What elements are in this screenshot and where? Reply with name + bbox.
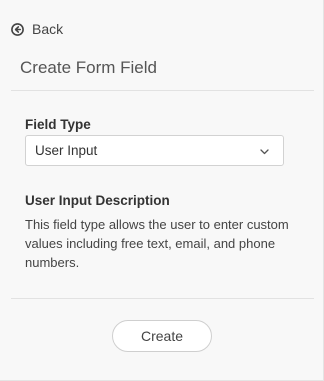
- create-form-field-panel: Back Create Form Field Field Type User I…: [0, 0, 324, 381]
- page-title: Create Form Field: [20, 58, 157, 77]
- back-link[interactable]: Back: [11, 20, 63, 38]
- chevron-down-icon: [260, 142, 269, 160]
- description-text: This field type allows the user to enter…: [25, 217, 289, 270]
- create-button[interactable]: Create: [112, 320, 212, 352]
- header-divider: [11, 90, 314, 91]
- circle-arrow-left-icon: [11, 22, 24, 36]
- field-type-selected-value: User Input: [35, 143, 98, 158]
- footer-divider: [11, 298, 314, 299]
- field-type-label: Field Type: [25, 117, 91, 132]
- back-label: Back: [32, 21, 64, 37]
- field-type-select[interactable]: User Input: [25, 135, 284, 166]
- description-heading: User Input Description: [25, 193, 170, 208]
